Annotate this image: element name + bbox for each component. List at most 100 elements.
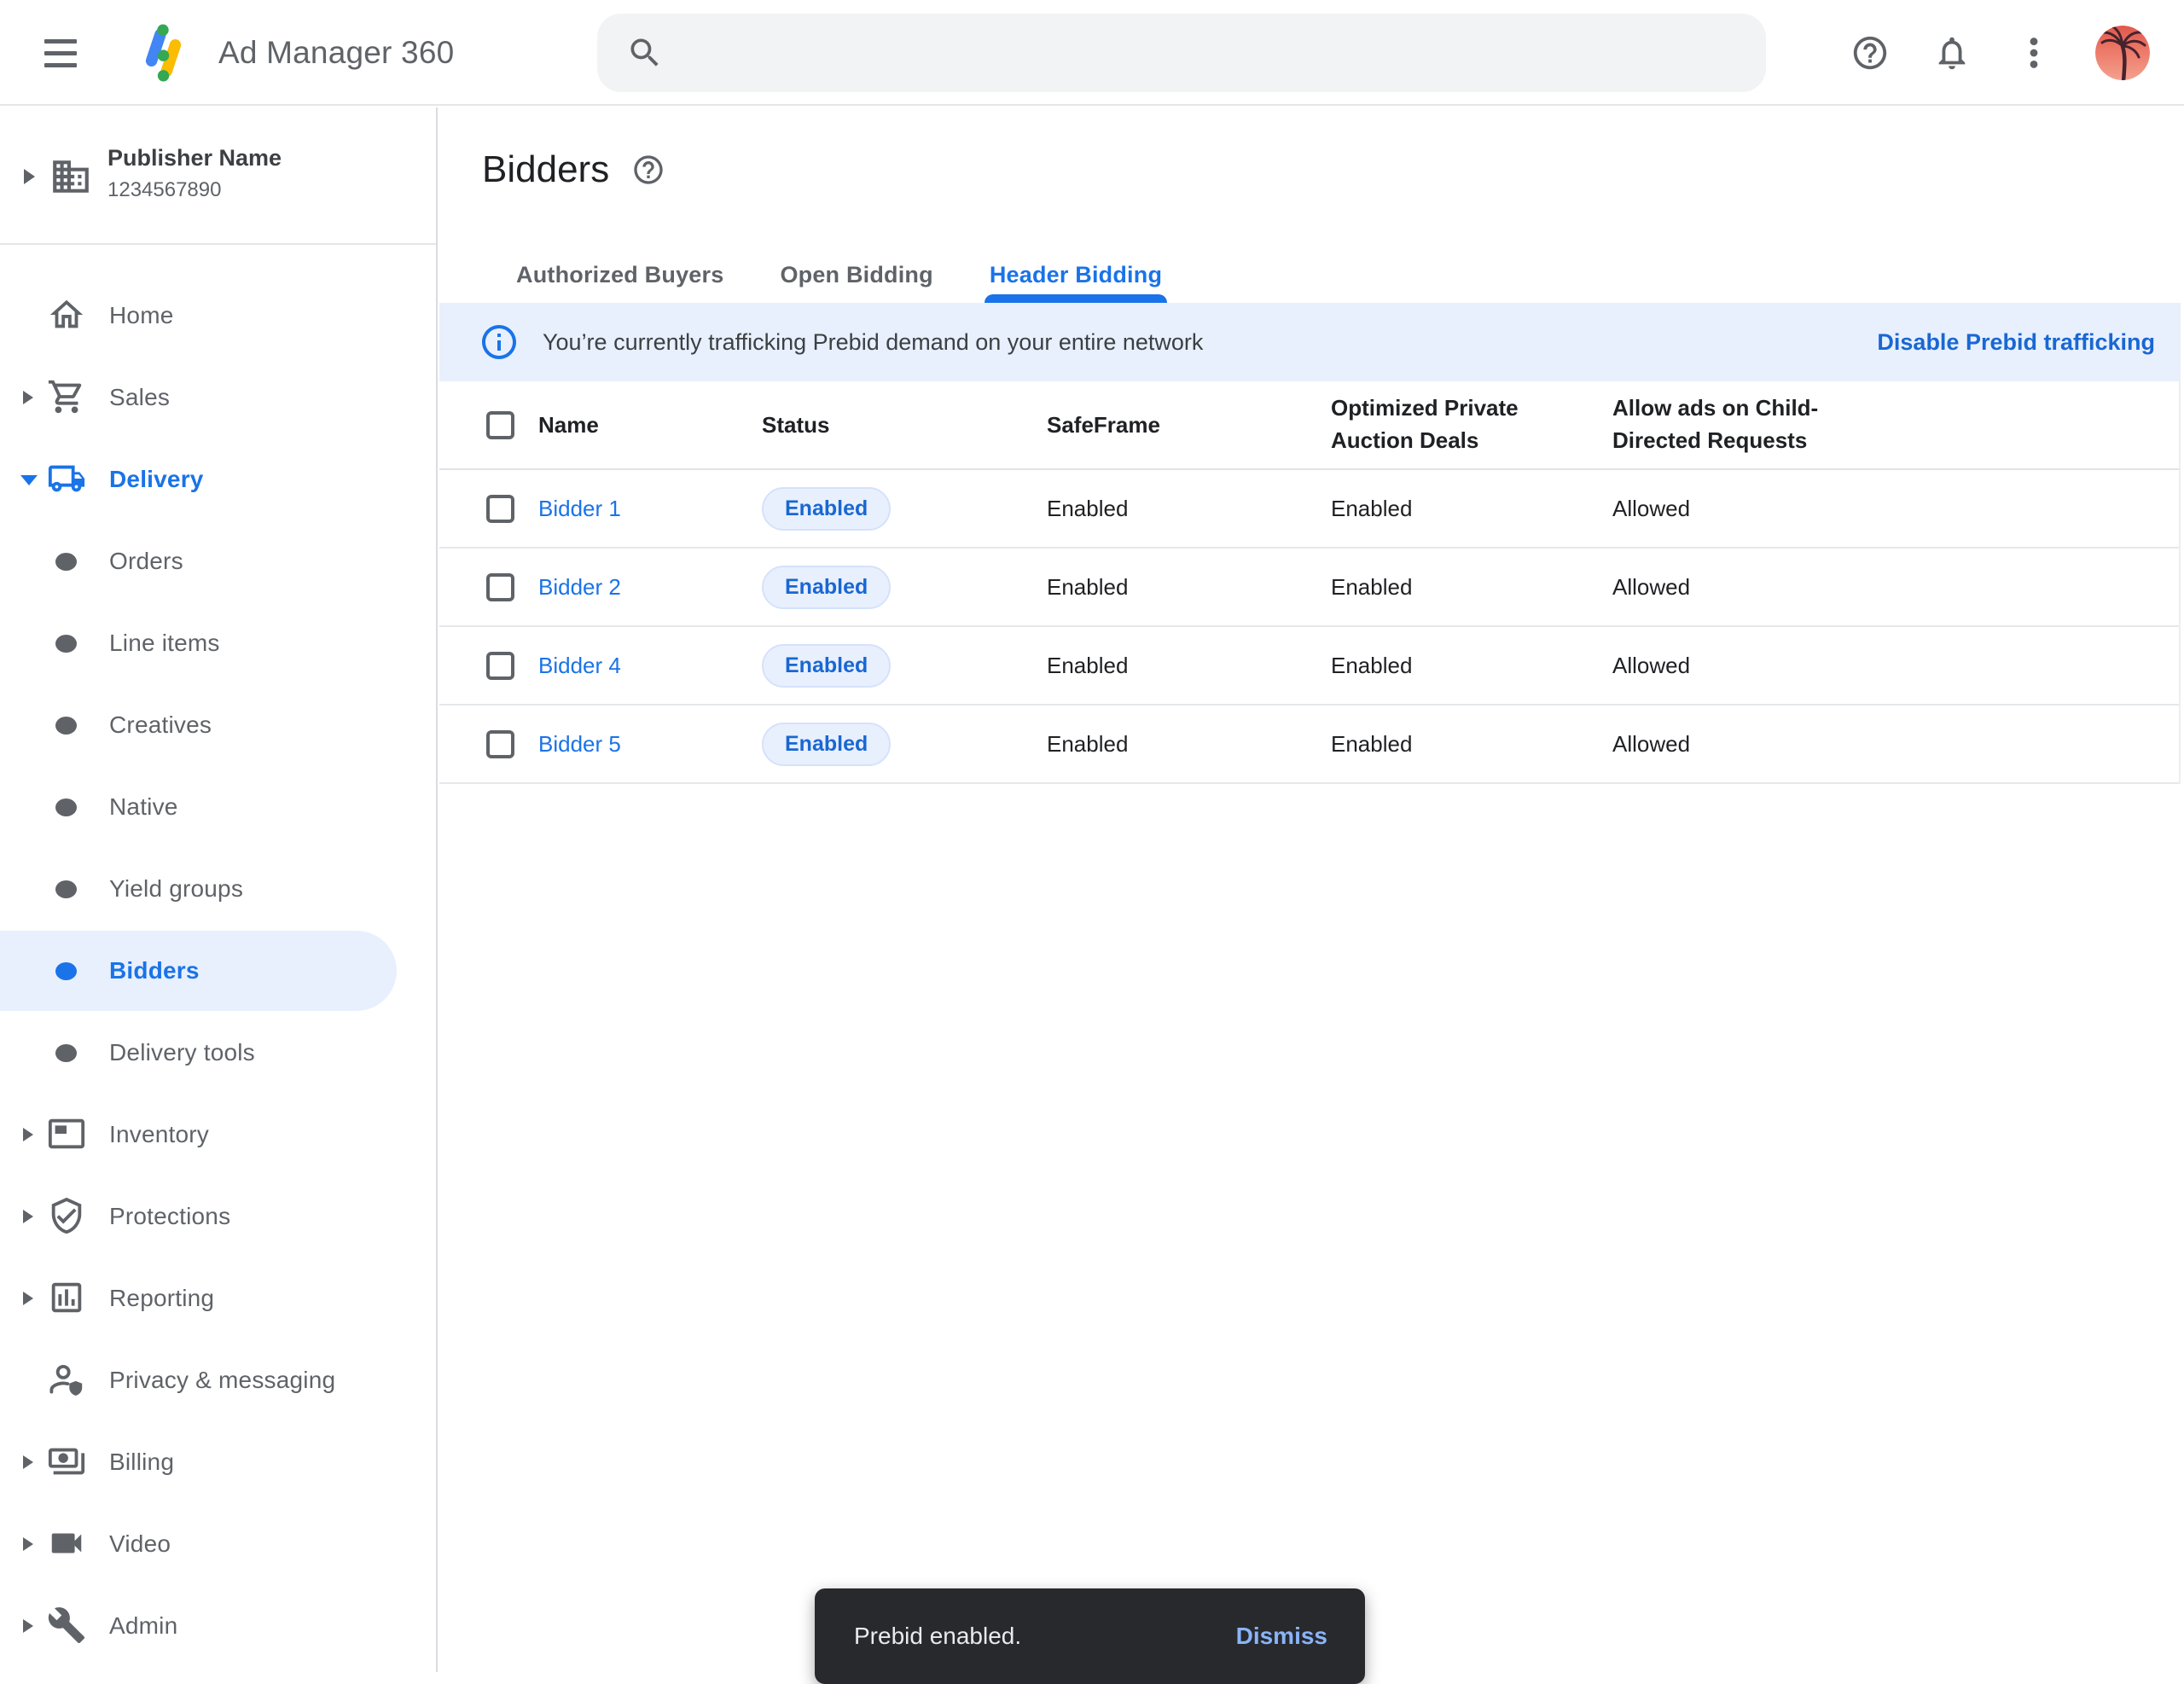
banner-message: You’re currently trafficking Prebid dema…: [543, 329, 1203, 356]
ad-manager-logo: [131, 24, 195, 82]
table-header-row: Name Status SafeFrame Optimized Private …: [439, 381, 2179, 470]
chevron-down-icon: [20, 475, 38, 485]
tab-open-bidding[interactable]: Open Bidding: [780, 247, 932, 303]
search-icon: [626, 34, 664, 72]
sidebar-item-delivery[interactable]: Delivery: [0, 438, 436, 520]
row-checkbox[interactable]: [486, 573, 514, 601]
sidebar-item-native[interactable]: Native: [0, 766, 436, 848]
publisher-name: Publisher Name: [107, 145, 282, 171]
sidebar-item-delivery-tools[interactable]: Delivery tools: [0, 1012, 436, 1094]
sidebar-item-billing[interactable]: Billing: [0, 1421, 436, 1503]
publisher-id: 1234567890: [107, 178, 282, 202]
status-badge: Enabled: [762, 723, 891, 766]
disable-prebid-trafficking-link[interactable]: Disable Prebid trafficking: [1877, 329, 2155, 356]
chevron-right-icon: [23, 1619, 33, 1633]
optimized-deals-value: Enabled: [1331, 653, 1612, 679]
status-badge: Enabled: [762, 644, 891, 688]
column-header-allow-ads-child-directed: Allow ads on Child-Directed Requests: [1612, 392, 1827, 456]
sidebar: Publisher Name 1234567890 Home Sales Del…: [0, 107, 438, 1672]
bidder-link[interactable]: Bidder 5: [538, 731, 762, 758]
bullet-dot-icon: [55, 880, 77, 898]
app-title: Ad Manager 360: [218, 0, 454, 106]
table-row: Bidder 5 Enabled Enabled Enabled Allowed: [439, 706, 2179, 784]
safeframe-value: Enabled: [1047, 653, 1331, 679]
table-row: Bidder 4 Enabled Enabled Enabled Allowed: [439, 627, 2179, 706]
home-icon: [46, 295, 87, 334]
chevron-right-icon: [23, 1128, 33, 1141]
sidebar-item-privacy-messaging[interactable]: Privacy & messaging: [0, 1339, 436, 1421]
more-vert-icon[interactable]: [2013, 32, 2054, 73]
top-app-bar: Ad Manager 360: [0, 0, 2184, 106]
tab-authorized-buyers[interactable]: Authorized Buyers: [516, 247, 723, 303]
chevron-right-icon: [23, 1210, 33, 1223]
toast-snackbar: Prebid enabled. Dismiss: [815, 1588, 1365, 1684]
chevron-right-icon: [24, 169, 35, 184]
chevron-right-icon: [23, 1455, 33, 1469]
sidebar-item-line-items[interactable]: Line items: [0, 602, 436, 684]
user-avatar[interactable]: [2095, 26, 2150, 80]
page-title: Bidders: [482, 148, 609, 191]
child-directed-value: Allowed: [1612, 653, 2179, 679]
chevron-right-icon: [23, 391, 33, 404]
sidebar-item-reporting[interactable]: Reporting: [0, 1257, 436, 1339]
status-badge: Enabled: [762, 566, 891, 609]
row-checkbox[interactable]: [486, 652, 514, 680]
safeframe-value: Enabled: [1047, 496, 1331, 522]
sidebar-item-admin[interactable]: Admin: [0, 1585, 436, 1667]
sidebar-item-home[interactable]: Home: [0, 275, 436, 357]
help-icon[interactable]: [1850, 32, 1891, 73]
child-directed-value: Allowed: [1612, 731, 2179, 758]
table-row: Bidder 1 Enabled Enabled Enabled Allowed: [439, 470, 2179, 549]
sidebar-item-bidders[interactable]: Bidders: [0, 930, 436, 1012]
sidebar-nav: Home Sales Delivery Orders Line items: [0, 245, 436, 1667]
chevron-right-icon: [23, 1292, 33, 1305]
building-icon: [49, 155, 92, 198]
select-all-checkbox[interactable]: [486, 411, 514, 439]
column-header-safeframe: SafeFrame: [1047, 412, 1331, 438]
main-content: Bidders Authorized Buyers Open Bidding H…: [439, 107, 2184, 1672]
person-shield-icon: [46, 1360, 87, 1399]
column-header-status: Status: [762, 412, 1047, 438]
topbar-actions: [1850, 0, 2150, 106]
optimized-deals-value: Enabled: [1331, 496, 1612, 522]
bidder-link[interactable]: Bidder 1: [538, 496, 762, 522]
sidebar-item-creatives[interactable]: Creatives: [0, 684, 436, 766]
sidebar-item-video[interactable]: Video: [0, 1503, 436, 1585]
search-bar[interactable]: [597, 14, 1766, 92]
prebid-info-banner: You’re currently trafficking Prebid dema…: [439, 303, 2179, 381]
bullet-dot-icon: [55, 798, 77, 816]
table-row: Bidder 2 Enabled Enabled Enabled Allowed: [439, 549, 2179, 627]
truck-icon: [46, 459, 87, 498]
bullet-dot-icon: [55, 553, 77, 571]
tab-header-bidding[interactable]: Header Bidding: [990, 247, 1162, 303]
bullet-dot-icon: [55, 962, 77, 980]
sidebar-item-yield-groups[interactable]: Yield groups: [0, 848, 436, 930]
tab-bar: Authorized Buyers Open Bidding Header Bi…: [516, 247, 1162, 303]
notifications-bell-icon[interactable]: [1931, 32, 1972, 73]
optimized-deals-value: Enabled: [1331, 574, 1612, 601]
sidebar-item-orders[interactable]: Orders: [0, 520, 436, 602]
bidder-link[interactable]: Bidder 2: [538, 574, 762, 601]
sidebar-item-inventory[interactable]: Inventory: [0, 1094, 436, 1176]
bidder-link[interactable]: Bidder 4: [538, 653, 762, 679]
row-checkbox[interactable]: [486, 495, 514, 523]
bullet-dot-icon: [55, 717, 77, 735]
bullet-dot-icon: [55, 1044, 77, 1062]
safeframe-value: Enabled: [1047, 574, 1331, 601]
sidebar-item-protections[interactable]: Protections: [0, 1176, 436, 1257]
bar-chart-icon: [46, 1278, 87, 1317]
row-checkbox[interactable]: [486, 730, 514, 758]
cart-icon: [46, 377, 87, 416]
chevron-right-icon: [23, 1537, 33, 1551]
help-circle-icon[interactable]: [631, 153, 665, 187]
hamburger-menu-icon[interactable]: [44, 39, 77, 67]
videocam-icon: [46, 1524, 87, 1563]
dismiss-button[interactable]: Dismiss: [1236, 1623, 1327, 1650]
inventory-icon: [46, 1114, 87, 1153]
column-header-optimized-private-auction-deals: Optimized Private Auction Deals: [1331, 392, 1546, 456]
child-directed-value: Allowed: [1612, 496, 2179, 522]
shield-check-icon: [46, 1196, 87, 1235]
payments-icon: [46, 1442, 87, 1481]
sidebar-item-sales[interactable]: Sales: [0, 357, 436, 438]
publisher-switcher[interactable]: Publisher Name 1234567890: [0, 107, 436, 245]
